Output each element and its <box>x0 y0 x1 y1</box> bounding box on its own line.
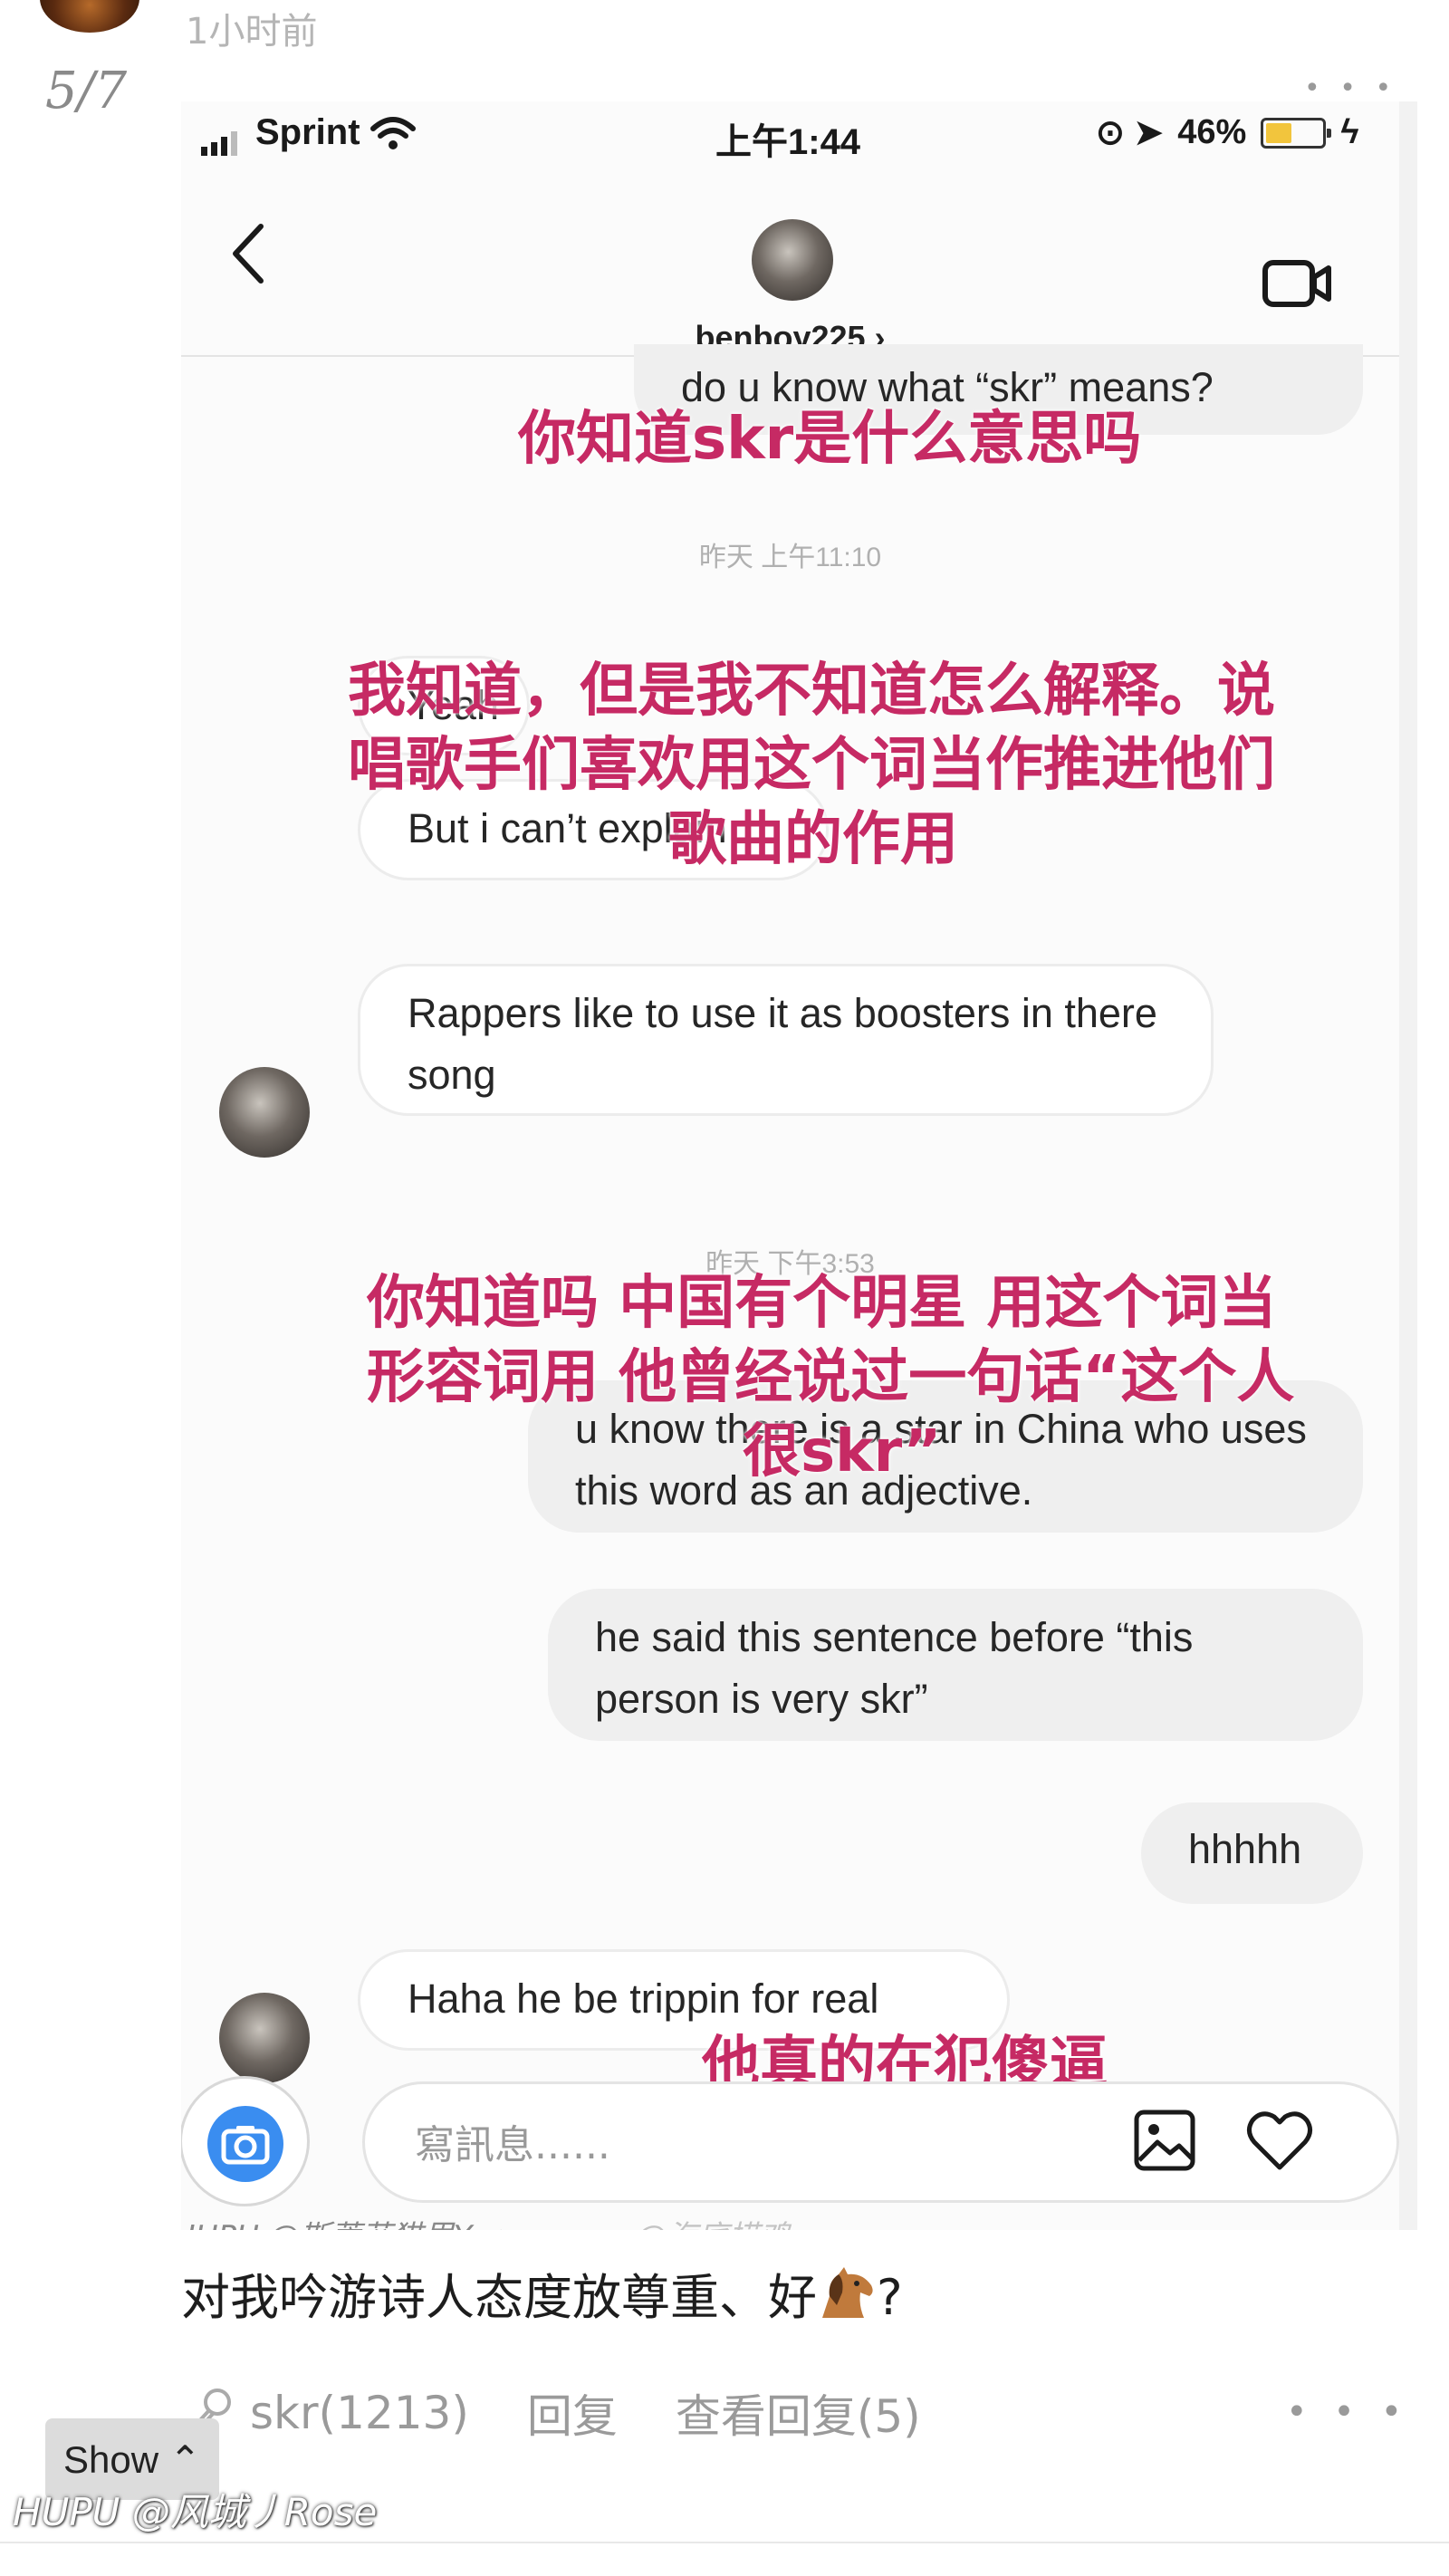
divider <box>0 2542 1449 2543</box>
post-caption-text: 对我吟游诗人态度放尊重、好 <box>181 2269 817 2326</box>
battery-percent: 46% <box>1177 113 1247 151</box>
video-call-icon[interactable] <box>1262 255 1334 312</box>
chat-header: benboy225 › <box>181 174 1399 357</box>
bottom-watermark: HUPU @风城丿Rose <box>13 2490 378 2534</box>
overlay-caption: 形容词用 他曾经说过一句话“这个人 <box>367 1344 1295 1411</box>
gallery-icon[interactable] <box>1132 2108 1197 2173</box>
battery-icon <box>1261 117 1332 149</box>
message-input-placeholder: 寫訊息...... <box>415 2122 610 2168</box>
message-text: Haha he be trippin for real <box>408 1975 879 2022</box>
post-caption: 对我吟游诗人态度放尊重、好 ? <box>181 2257 903 2329</box>
wifi-icon <box>370 117 416 149</box>
embedded-screenshot: Sprint 上午1:44 ⊙ ➤ 46% ϟ benboy225 › do u… <box>181 101 1399 2230</box>
image-edge <box>1399 101 1417 2230</box>
clock: 上午1:44 <box>715 122 861 162</box>
post-time: 1小时前 <box>186 11 318 53</box>
camera-button[interactable] <box>181 2076 310 2206</box>
status-right: ⊙ ➤ 46% ϟ <box>1096 112 1358 153</box>
back-icon[interactable] <box>228 221 268 286</box>
post-actions: skr(1213) 回复 查看回复(5) <box>181 2380 921 2446</box>
message-text: Rappers like to use it as boosters in th… <box>408 990 1157 1098</box>
view-replies-button[interactable]: 查看回复(5) <box>676 2380 921 2446</box>
skr-like-button[interactable]: skr(1213) <box>250 2387 469 2439</box>
message-bubble-outgoing[interactable]: hhhhh <box>1141 1802 1363 1904</box>
timestamp: 昨天 上午11:10 <box>698 543 882 572</box>
overlay-caption: 你知道skr是什么意思吗 <box>518 406 1142 473</box>
reply-button[interactable]: 回复 <box>527 2380 618 2446</box>
message-bubble-incoming[interactable]: Rappers like to use it as boosters in th… <box>358 964 1214 1116</box>
image-watermarks: HUPU @斯蒂芬猫里Yang @海底捞鸡 <box>181 2212 790 2230</box>
status-bar: Sprint 上午1:44 ⊙ ➤ 46% ϟ <box>181 101 1399 174</box>
message-text: he said this sentence before “this perso… <box>595 1614 1194 1722</box>
image-options-icon[interactable]: • • • <box>1304 72 1396 104</box>
horse-emoji-icon <box>822 2267 873 2318</box>
heart-icon[interactable] <box>1245 2108 1314 2173</box>
contact-avatar[interactable] <box>752 219 833 301</box>
camera-icon <box>207 2106 283 2182</box>
watermark-right: @海底捞鸡 <box>636 2219 790 2230</box>
sender-avatar[interactable] <box>219 1993 310 2083</box>
charging-icon: ϟ <box>1340 113 1359 151</box>
image-counter: 5/7 <box>45 62 128 120</box>
carrier-label: Sprint <box>255 112 360 152</box>
signal-icon <box>201 130 237 156</box>
more-options-icon[interactable]: • • • <box>1286 2391 1409 2433</box>
overlay-caption: 唱歌手们喜欢用这个词当作推进他们 <box>348 732 1275 799</box>
post-caption-end: ? <box>877 2269 903 2326</box>
overlay-caption: 你知道吗 中国有个明星 用这个词当 <box>367 1270 1277 1337</box>
user-avatar[interactable] <box>40 0 139 33</box>
sender-avatar[interactable] <box>219 1067 310 1158</box>
watermark-left: HUPU @斯蒂芬猫里Yang <box>181 2219 527 2230</box>
overlay-caption: 我知道，但是我不知道怎么解释。说 <box>348 658 1275 725</box>
overlay-caption: 很skr” <box>743 1418 942 1485</box>
message-text: hhhhh <box>1188 1826 1302 1872</box>
overlay-caption: 歌曲的作用 <box>668 806 958 873</box>
location-lock-icon: ⊙ ➤ <box>1096 114 1164 152</box>
message-bubble-outgoing[interactable]: he said this sentence before “this perso… <box>548 1589 1363 1741</box>
